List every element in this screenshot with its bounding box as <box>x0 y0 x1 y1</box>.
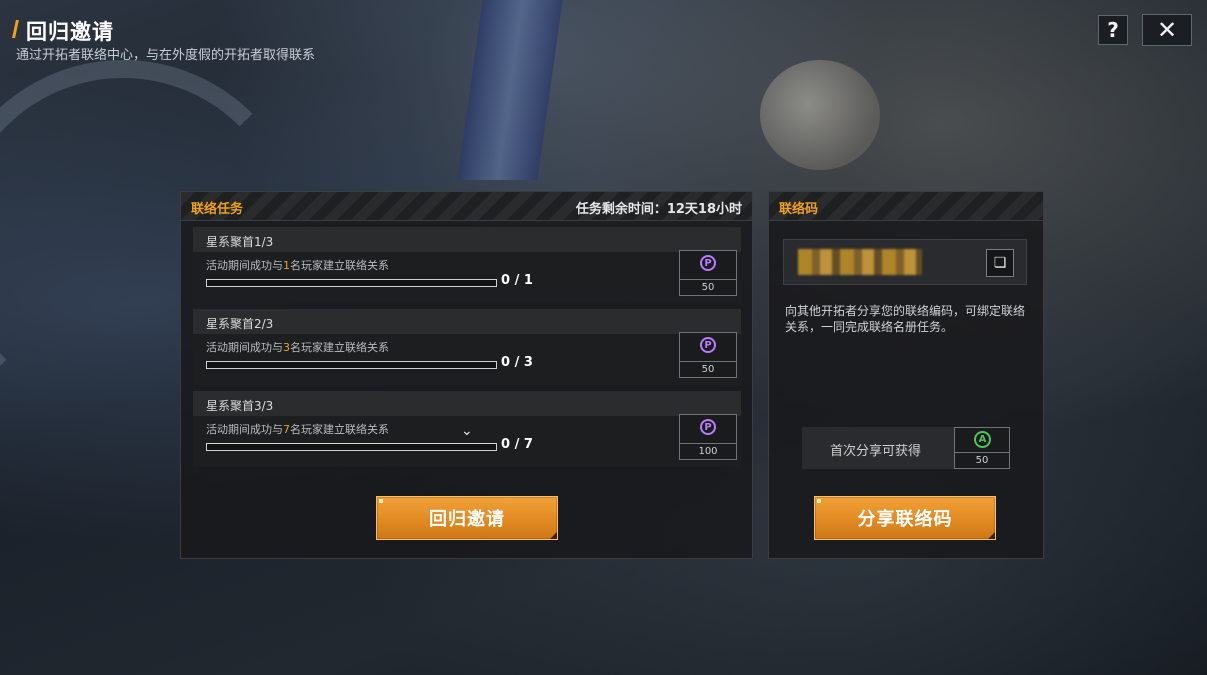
page-subtitle: 通过开拓者联络中心，与在外度假的开拓者取得联系 <box>16 48 316 63</box>
task-panel-header: 联络任务 任务剩余时间：12天18小时 <box>181 192 752 221</box>
task-item: 星系聚首1/3 活动期间成功与1名玩家建立联络关系 0 / 1 P 50 <box>193 227 741 303</box>
task-progress-text: 0 / 7 <box>501 437 533 452</box>
task-title: 星系聚首1/3 <box>206 235 274 249</box>
contact-code-obscured <box>798 249 922 275</box>
task-description: 活动期间成功与1名玩家建立联络关系 <box>206 259 389 272</box>
share-code-button-label: 分享联络码 <box>857 509 953 530</box>
first-share-label: 首次分享可获得 <box>830 444 922 459</box>
code-panel: 联络码 ❏ 向其他开拓者分享您的联络编码，可绑定联络关系，一同完成联络名册任务。… <box>768 191 1044 559</box>
task-reward[interactable]: P 50 <box>679 250 737 296</box>
task-description: 活动期间成功与3名玩家建立联络关系 <box>206 341 389 354</box>
task-progress-bar <box>206 279 497 287</box>
contact-code-box: ❏ <box>783 239 1027 285</box>
reward-count: 50 <box>955 452 1009 468</box>
first-share-reward[interactable]: A 50 <box>954 427 1010 469</box>
invite-button[interactable]: 回归邀请 <box>376 496 558 540</box>
task-body: 活动期间成功与3名玩家建立联络关系 0 / 3 P 50 <box>193 332 741 385</box>
button-corner <box>550 532 557 539</box>
purple-coin-icon: P <box>700 419 716 435</box>
task-progress-bar <box>206 443 497 451</box>
background-dome <box>760 60 880 170</box>
task-body: 活动期间成功与1名玩家建立联络关系 0 / 1 P 50 <box>193 250 741 303</box>
code-panel-header: 联络码 <box>769 192 1043 221</box>
close-icon: ✕ <box>1156 16 1178 44</box>
purple-coin-icon: P <box>700 337 716 353</box>
task-item: 星系聚首2/3 活动期间成功与3名玩家建立联络关系 0 / 3 P 50 <box>193 309 741 385</box>
background-ship <box>457 0 563 180</box>
task-title: 星系聚首3/3 <box>206 399 274 413</box>
task-title: 星系聚首2/3 <box>206 317 274 331</box>
remaining-time: 任务剩余时间：12天18小时 <box>575 202 742 217</box>
task-description: 活动期间成功与7名玩家建立联络关系 <box>206 423 389 436</box>
title-accent <box>12 20 19 38</box>
task-reward[interactable]: P 100 <box>679 414 737 460</box>
task-panel: 联络任务 任务剩余时间：12天18小时 星系聚首1/3 活动期间成功与1名玩家建… <box>180 191 753 559</box>
button-corner <box>988 532 995 539</box>
task-reward[interactable]: P 50 <box>679 332 737 378</box>
reward-count: 50 <box>680 361 736 377</box>
green-currency-icon: A <box>974 431 991 448</box>
task-target-count: 3 <box>283 341 290 354</box>
question-icon: ? <box>1107 18 1119 42</box>
task-progress-text: 0 / 1 <box>501 273 533 288</box>
button-corner-dot <box>817 499 821 503</box>
close-button[interactable]: ✕ <box>1142 14 1192 46</box>
first-share-reward-box: 首次分享可获得 A 50 <box>802 427 1010 469</box>
chevron-down-icon[interactable]: ⌄ <box>461 423 473 439</box>
task-progress-text: 0 / 3 <box>501 355 533 370</box>
code-panel-title: 联络码 <box>779 202 819 217</box>
purple-coin-icon: P <box>700 255 716 271</box>
invite-button-label: 回归邀请 <box>429 509 505 530</box>
reward-count: 50 <box>680 279 736 295</box>
task-panel-title: 联络任务 <box>191 202 244 217</box>
reward-count: 100 <box>680 443 736 459</box>
code-description: 向其他开拓者分享您的联络编码，可绑定联络关系，一同完成联络名册任务。 <box>785 304 1026 334</box>
task-progress-bar <box>206 361 497 369</box>
help-button[interactable]: ? <box>1098 15 1128 45</box>
task-target-count: 1 <box>283 259 290 272</box>
page-title: 回归邀请 <box>26 20 114 44</box>
share-code-button[interactable]: 分享联络码 <box>814 496 996 540</box>
copy-icon[interactable]: ❏ <box>986 249 1014 277</box>
button-corner-dot <box>379 499 383 503</box>
task-target-count: 7 <box>283 423 290 436</box>
